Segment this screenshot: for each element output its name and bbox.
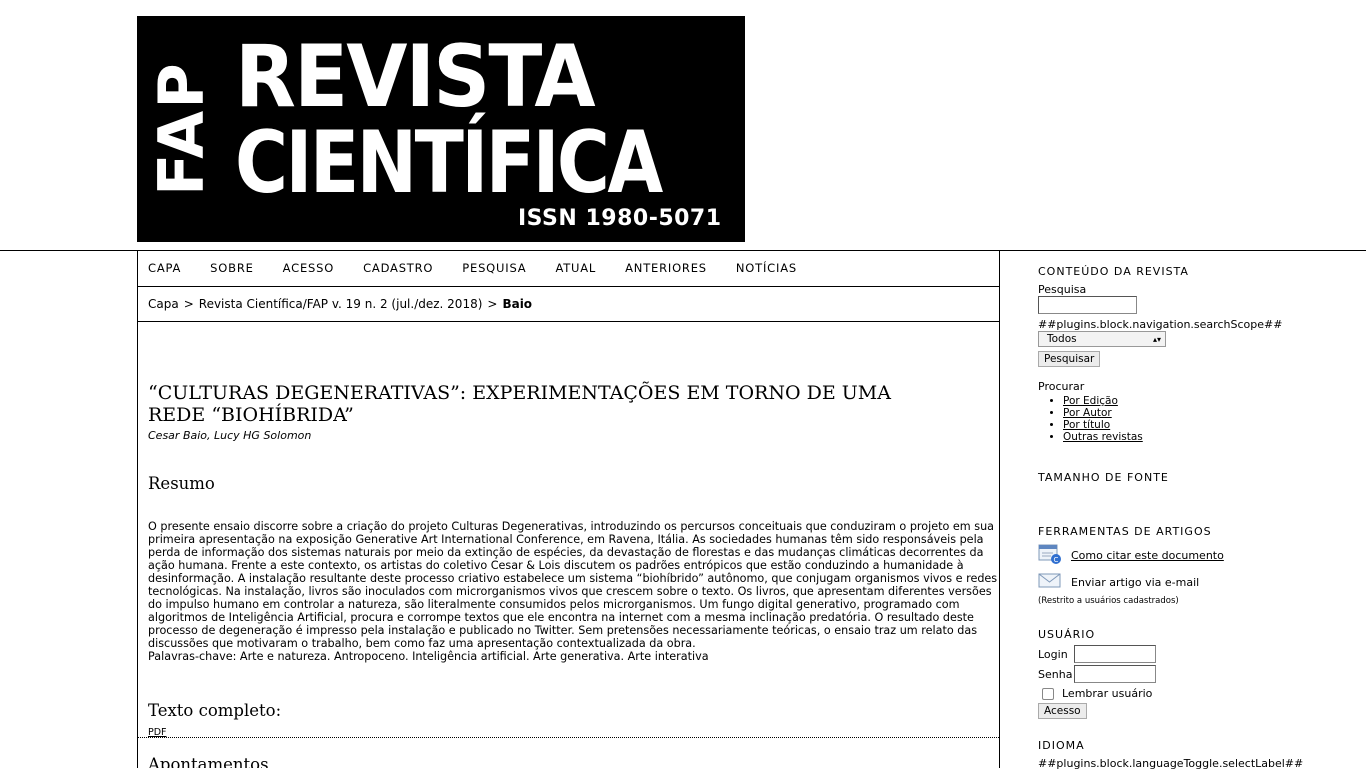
nav-item-pesquisa[interactable]: PESQUISA <box>462 261 526 275</box>
remember-me-label: Lembrar usuário <box>1062 687 1153 700</box>
browse-links: Por Edição Por Autor Por título Outras r… <box>1038 395 1338 443</box>
email-envelope-icon <box>1038 573 1063 592</box>
password-input[interactable] <box>1074 665 1156 683</box>
cite-row[interactable]: C Como citar este documento <box>1038 544 1338 567</box>
top-navigation: CAPA SOBRE ACESSO CADASTRO PESQUISA ATUA… <box>138 250 999 287</box>
sidebar: CONTEÚDO DA REVISTA Pesquisa ##plugins.b… <box>1038 265 1338 770</box>
search-input[interactable] <box>1038 296 1137 314</box>
search-scope-select[interactable]: Todos ▴▾ <box>1038 331 1166 347</box>
nav-item-noticias[interactable]: NOTÍCIAS <box>736 261 797 275</box>
nav-item-cadastro[interactable]: CADASTRO <box>363 261 433 275</box>
nav-item-capa[interactable]: CAPA <box>148 261 181 275</box>
logo-issn: ISSN 1980-5071 <box>518 206 722 231</box>
language-block-title: IDIOMA <box>1038 739 1085 752</box>
search-label: Pesquisa <box>1038 283 1087 296</box>
main-column: CAPA SOBRE ACESSO CADASTRO PESQUISA ATUA… <box>137 250 1000 768</box>
nav-item-sobre[interactable]: SOBRE <box>210 261 254 275</box>
search-scope-label: ##plugins.block.navigation.searchScope## <box>1038 318 1283 331</box>
apontamentos-heading: Apontamentos <box>148 755 269 768</box>
article-content: “CULTURAS DEGENERATIVAS”: EXPERIMENTAÇÕE… <box>138 382 999 739</box>
browse-by-issue-link[interactable]: Por Edição <box>1063 395 1338 407</box>
user-block-title: USUÁRIO <box>1038 628 1096 641</box>
login-input[interactable] <box>1074 645 1156 663</box>
password-label: Senha <box>1038 667 1073 681</box>
font-size-title: TAMANHO DE FONTE <box>1038 471 1169 484</box>
journal-content-title: CONTEÚDO DA REVISTA <box>1038 265 1189 278</box>
logo-title-line2: CIENTÍFICA <box>235 113 663 213</box>
breadcrumb-separator: > <box>183 297 194 311</box>
select-arrows-icon: ▴▾ <box>1152 335 1161 344</box>
search-button[interactable]: Pesquisar <box>1038 351 1101 367</box>
nav-item-acesso[interactable]: ACESSO <box>283 261 334 275</box>
login-label: Login <box>1038 647 1068 661</box>
article-tools-title: FERRAMENTAS DE ARTIGOS <box>1038 525 1212 538</box>
search-scope-value: Todos <box>1047 333 1077 345</box>
abstract-text: O presente ensaio discorre sobre a criaç… <box>148 520 999 663</box>
keywords: Palavras-chave: Arte e natureza. Antropo… <box>148 650 709 663</box>
breadcrumb-home[interactable]: Capa <box>148 297 179 311</box>
browse-by-title-link[interactable]: Por título <box>1063 419 1338 431</box>
article-authors: Cesar Baio, Lucy HG Solomon <box>148 429 312 442</box>
cite-document-link[interactable]: Como citar este documento <box>1071 549 1224 562</box>
logo-fap-text: FAP <box>145 61 218 196</box>
svg-text:C: C <box>1054 556 1059 564</box>
abstract-body: O presente ensaio discorre sobre a criaç… <box>148 520 998 650</box>
browse-label: Procurar <box>1038 380 1085 393</box>
remember-me-checkbox[interactable] <box>1042 687 1054 700</box>
breadcrumb-current[interactable]: Baio <box>502 297 532 311</box>
other-journals-link[interactable]: Outras revistas <box>1063 431 1338 443</box>
cite-document-icon: C <box>1038 544 1063 567</box>
logo-title-line1: REVISTA <box>235 27 596 127</box>
breadcrumb-issue[interactable]: Revista Científica/FAP v. 19 n. 2 (jul./… <box>199 297 483 311</box>
nav-item-atual[interactable]: ATUAL <box>555 261 596 275</box>
email-article-label: Enviar artigo via e-mail <box>1071 576 1200 589</box>
login-button[interactable]: Acesso <box>1038 703 1087 719</box>
nav-item-anteriores[interactable]: ANTERIORES <box>625 261 707 275</box>
abstract-heading: Resumo <box>148 474 215 493</box>
email-restriction-note: (Restrito a usuários cadastrados) <box>1038 596 1179 606</box>
fulltext-heading: Texto completo: <box>148 701 282 720</box>
language-select-label: ##plugins.block.languageToggle.selectLab… <box>1038 757 1304 770</box>
email-row[interactable]: Enviar artigo via e-mail <box>1038 573 1338 592</box>
browse-by-author-link[interactable]: Por Autor <box>1063 407 1338 419</box>
breadcrumb-separator: > <box>487 297 498 311</box>
dotted-divider <box>138 737 999 738</box>
breadcrumb: Capa > Revista Científica/FAP v. 19 n. 2… <box>138 287 999 322</box>
article-title: “CULTURAS DEGENERATIVAS”: EXPERIMENTAÇÕE… <box>148 382 891 426</box>
journal-logo-banner[interactable]: FAP REVISTA CIENTÍFICA ISSN 1980-5071 <box>137 16 745 242</box>
